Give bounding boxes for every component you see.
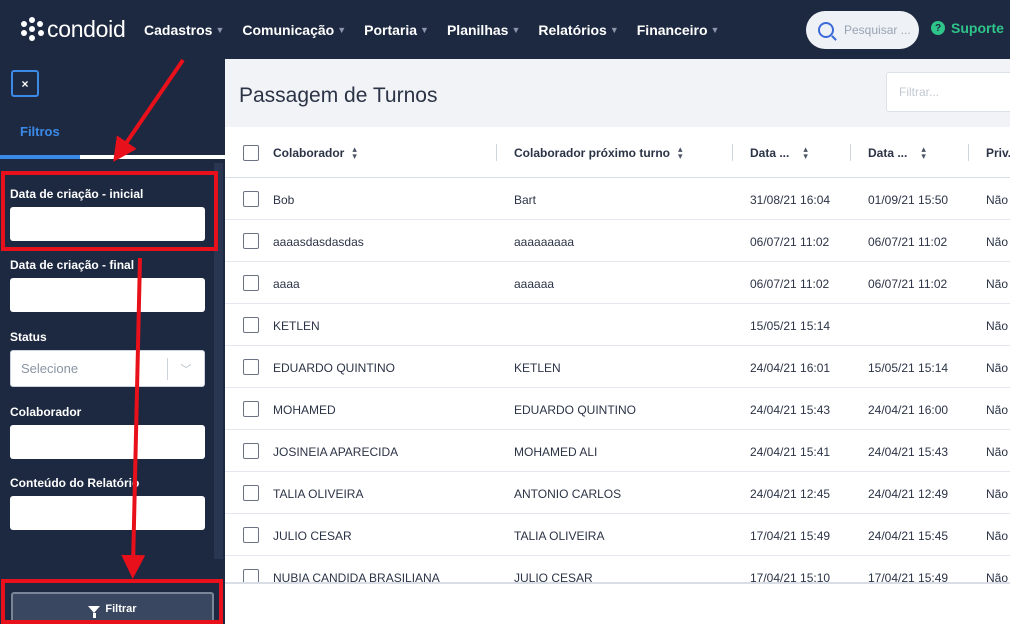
arrow-to-tab (113, 58, 185, 162)
annotation-arrows (113, 58, 185, 579)
arrow-to-filter-button (121, 257, 146, 579)
